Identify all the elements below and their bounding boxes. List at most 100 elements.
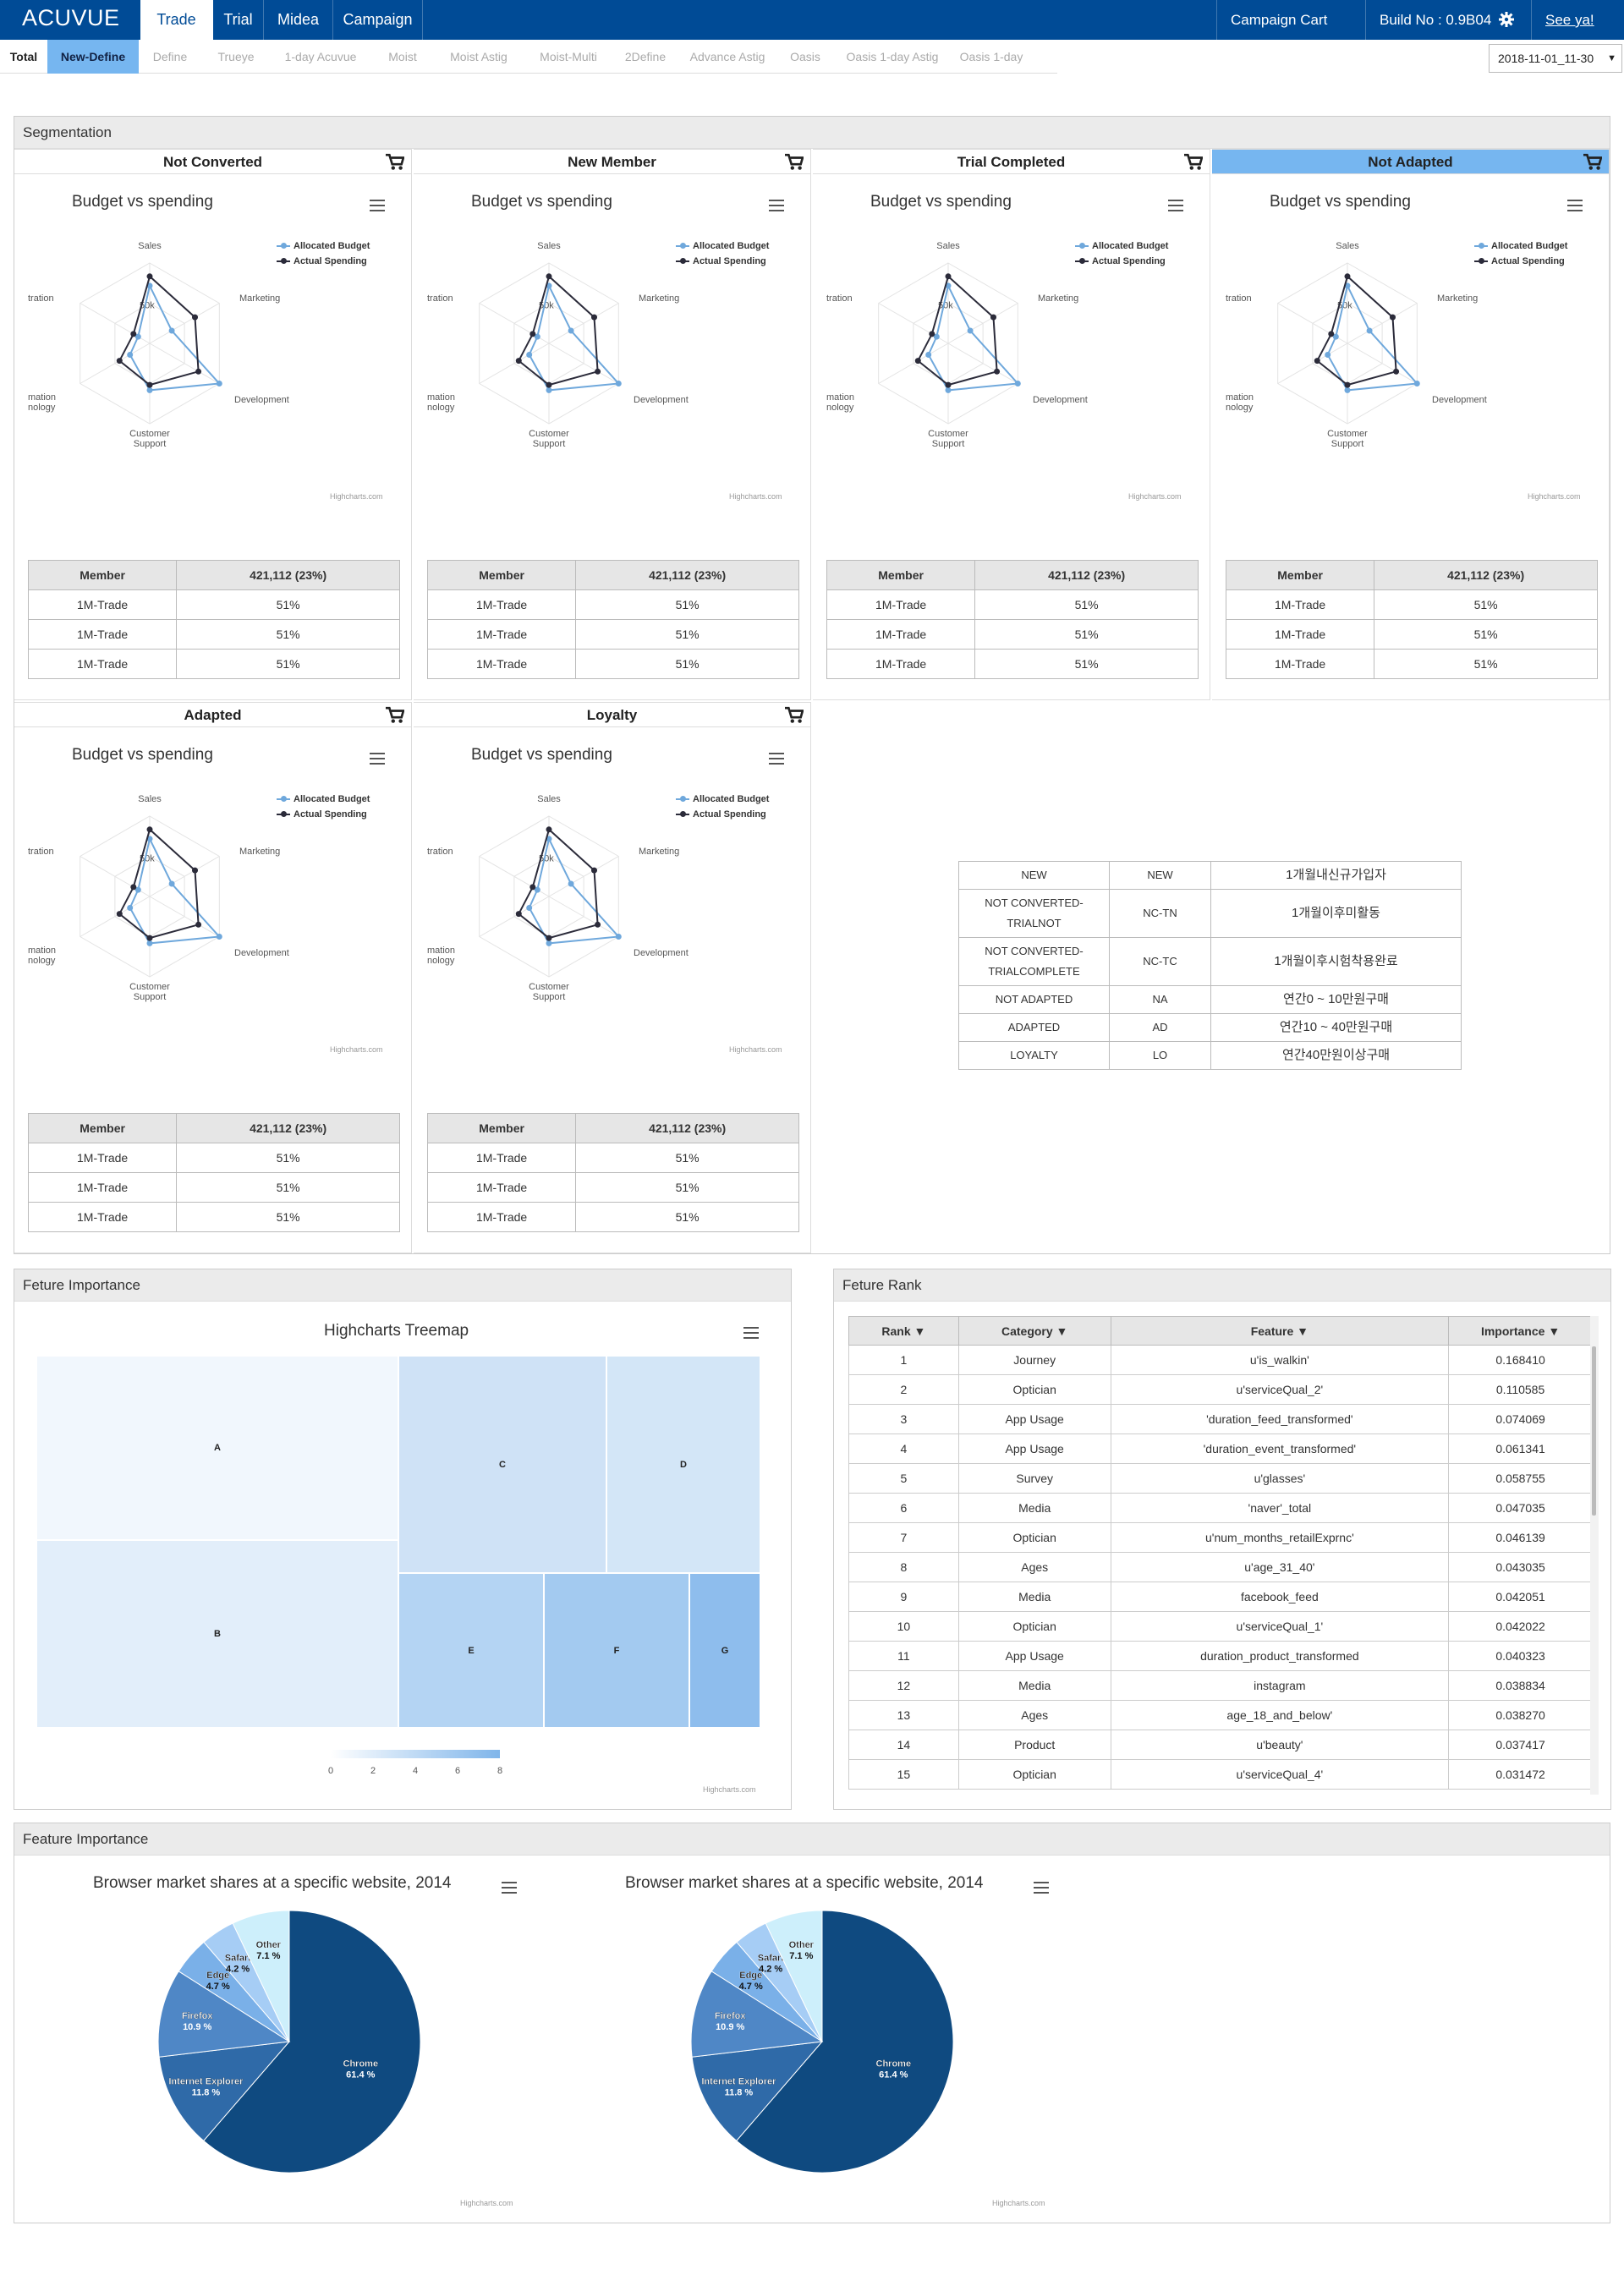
- user-link[interactable]: See ya!: [1531, 0, 1624, 40]
- tab-midea[interactable]: Midea: [264, 0, 333, 40]
- subnav-item-moist-multi[interactable]: Moist-Multi: [523, 40, 614, 74]
- chart-menu-icon[interactable]: [1567, 200, 1583, 211]
- highcharts-credits[interactable]: Highcharts.com: [703, 1785, 756, 1794]
- tab-campaign[interactable]: Campaign: [333, 0, 423, 40]
- table-cell: Optician: [957, 1759, 1111, 1790]
- chart-menu-icon[interactable]: [370, 753, 385, 765]
- treemap-cell[interactable]: F: [544, 1573, 689, 1728]
- table-cell: u'num_months_retailExprnc': [1110, 1522, 1450, 1553]
- table-row[interactable]: 6 Media'naver'_total 0.047035: [848, 1493, 1593, 1523]
- subnav-item-define[interactable]: Define: [139, 40, 201, 74]
- table-cell: NEW: [1109, 861, 1211, 890]
- table-header-cell: Member: [426, 1113, 577, 1143]
- sortable-column-header[interactable]: Category ▼: [957, 1316, 1111, 1346]
- chart-menu-icon[interactable]: [502, 1882, 517, 1894]
- subnav-item-trueye[interactable]: Trueye: [201, 40, 271, 74]
- highcharts-credits[interactable]: Highcharts.com: [330, 1045, 383, 1054]
- table-cell: 51%: [176, 1202, 400, 1232]
- table-row[interactable]: 15 Optician u'serviceQual_4' 0.031472: [848, 1759, 1593, 1790]
- segment-header[interactable]: New Member: [414, 149, 810, 174]
- tab-trade[interactable]: Trade: [140, 0, 213, 40]
- segment-header[interactable]: Not Adapted: [1212, 149, 1609, 174]
- highcharts-credits[interactable]: Highcharts.com: [1128, 492, 1182, 501]
- table-row[interactable]: 4 App Usage'duration_event_transformed' 0.…: [848, 1434, 1593, 1464]
- table-cell: AD: [1109, 1013, 1211, 1042]
- highcharts-credits[interactable]: Highcharts.com: [460, 2199, 513, 2207]
- highcharts-credits[interactable]: Highcharts.com: [330, 492, 383, 501]
- cart-icon[interactable]: [386, 153, 404, 172]
- table-row[interactable]: 2 Optician u'serviceQual_2' 0.110585: [848, 1374, 1593, 1405]
- cart-icon[interactable]: [1583, 153, 1602, 172]
- treemap-cell[interactable]: C: [398, 1356, 606, 1573]
- table-row[interactable]: 12 Media instagram 0.038834: [848, 1670, 1593, 1701]
- sortable-column-header[interactable]: Rank ▼: [848, 1316, 959, 1346]
- treemap-cell[interactable]: B: [36, 1540, 398, 1728]
- tab-trial[interactable]: Trial: [213, 0, 264, 40]
- treemap-cell[interactable]: D: [606, 1356, 760, 1573]
- table-row[interactable]: 5 Survey u'glasses' 0.058755: [848, 1463, 1593, 1494]
- table-row[interactable]: 1 Journey u'is_walkin' 0.168410: [848, 1345, 1593, 1375]
- rank-scroll-thumb[interactable]: [1592, 1346, 1596, 1516]
- chart-menu-icon[interactable]: [769, 753, 784, 765]
- pie-title-2: Browser market shares at a specific webs…: [625, 1874, 984, 1892]
- subnav-item-oasis-1-day-astig[interactable]: Oasis 1-day Astig: [832, 40, 952, 74]
- cart-icon[interactable]: [785, 706, 804, 725]
- table-row[interactable]: 3 App Usage'duration_feed_transformed' 0.0…: [848, 1404, 1593, 1434]
- table-cell: age_18_and_below': [1110, 1700, 1450, 1730]
- table-row[interactable]: 8 Ages u'age_31_40' 0.043035: [848, 1552, 1593, 1582]
- radar-point: [945, 386, 952, 393]
- chart-menu-icon[interactable]: [1168, 200, 1183, 211]
- cart-icon[interactable]: [1184, 153, 1203, 172]
- table-row[interactable]: 13 Ages age_18_and_below' 0.038270: [848, 1700, 1593, 1730]
- campaign-cart-button[interactable]: Campaign Cart: [1216, 0, 1365, 65]
- radar-point: [146, 826, 153, 833]
- radar-point: [1413, 381, 1420, 386]
- table-row[interactable]: 10 Optician u'serviceQual_1' 0.042022: [848, 1611, 1593, 1642]
- chart-menu-icon[interactable]: [1034, 1882, 1049, 1894]
- radar-point: [568, 880, 574, 887]
- subnav-item-moist[interactable]: Moist: [370, 40, 435, 74]
- table-row[interactable]: 9 Media facebook_feed 0.042051: [848, 1582, 1593, 1612]
- table-row[interactable]: 14 Product u'beauty' 0.037417: [848, 1730, 1593, 1760]
- highcharts-credits[interactable]: Highcharts.com: [729, 1045, 782, 1054]
- chart-menu-icon[interactable]: [370, 200, 385, 211]
- chart-menu-icon[interactable]: [769, 200, 784, 211]
- subnav-item-total[interactable]: Total: [0, 40, 47, 74]
- date-select[interactable]: 2018-11-01_11-30 ▼: [1489, 44, 1622, 73]
- build-number[interactable]: Build No : 0.9B04: [1365, 0, 1531, 40]
- treemap-cell[interactable]: E: [398, 1573, 544, 1728]
- segment-header[interactable]: Loyalty: [414, 702, 810, 727]
- subnav-item-advance-astig[interactable]: Advance Astig: [677, 40, 778, 74]
- highcharts-credits[interactable]: Highcharts.com: [992, 2199, 1045, 2207]
- chart-menu-icon[interactable]: [743, 1327, 759, 1339]
- cart-icon[interactable]: [785, 153, 804, 172]
- segment-header[interactable]: Trial Completed: [813, 149, 1210, 174]
- radar-point: [546, 826, 552, 833]
- radar-point: [515, 358, 522, 365]
- segmentation-title: Segmentation: [14, 117, 1610, 149]
- sortable-column-header[interactable]: Importance ▼: [1448, 1316, 1593, 1346]
- table-row[interactable]: 11 App Usage duration_product_transformed 0…: [848, 1641, 1593, 1671]
- subnav-item-new-define[interactable]: New-Define: [47, 40, 139, 74]
- table-cell: 1개월이후시험착용완료: [1210, 937, 1462, 986]
- subnav-item-moist-astig[interactable]: Moist Astig: [435, 40, 523, 74]
- treemap-cell[interactable]: G: [689, 1573, 760, 1728]
- subnav-item-2define[interactable]: 2Define: [614, 40, 677, 74]
- pie-data-label: Chrome: [343, 2058, 379, 2069]
- subnav-item-1-day-acuvue[interactable]: 1-day Acuvue: [271, 40, 370, 74]
- segment-header[interactable]: Adapted: [14, 702, 411, 727]
- table-row[interactable]: 7 Optician u'num_months_retailExprnc' 0.046…: [848, 1522, 1593, 1553]
- highcharts-credits[interactable]: Highcharts.com: [1528, 492, 1581, 501]
- pie-data-label: Other: [789, 1940, 815, 1950]
- sortable-column-header[interactable]: Feature ▼: [1110, 1316, 1450, 1346]
- table-cell: 51%: [575, 589, 799, 620]
- table-row: NOT CONVERTED- TRIALNOT NC-TN 1개월이후미활동: [958, 889, 1462, 938]
- highcharts-credits[interactable]: Highcharts.com: [729, 492, 782, 501]
- table-cell: NA: [1109, 985, 1211, 1014]
- treemap-cell[interactable]: A: [36, 1356, 398, 1540]
- segment-header[interactable]: Not Converted: [14, 149, 411, 174]
- cart-icon[interactable]: [386, 706, 404, 725]
- subnav-item-oasis-1-day[interactable]: Oasis 1-day: [952, 40, 1030, 74]
- acuvue-logo[interactable]: ACUVUE: [22, 5, 120, 31]
- subnav-item-oasis[interactable]: Oasis: [778, 40, 832, 74]
